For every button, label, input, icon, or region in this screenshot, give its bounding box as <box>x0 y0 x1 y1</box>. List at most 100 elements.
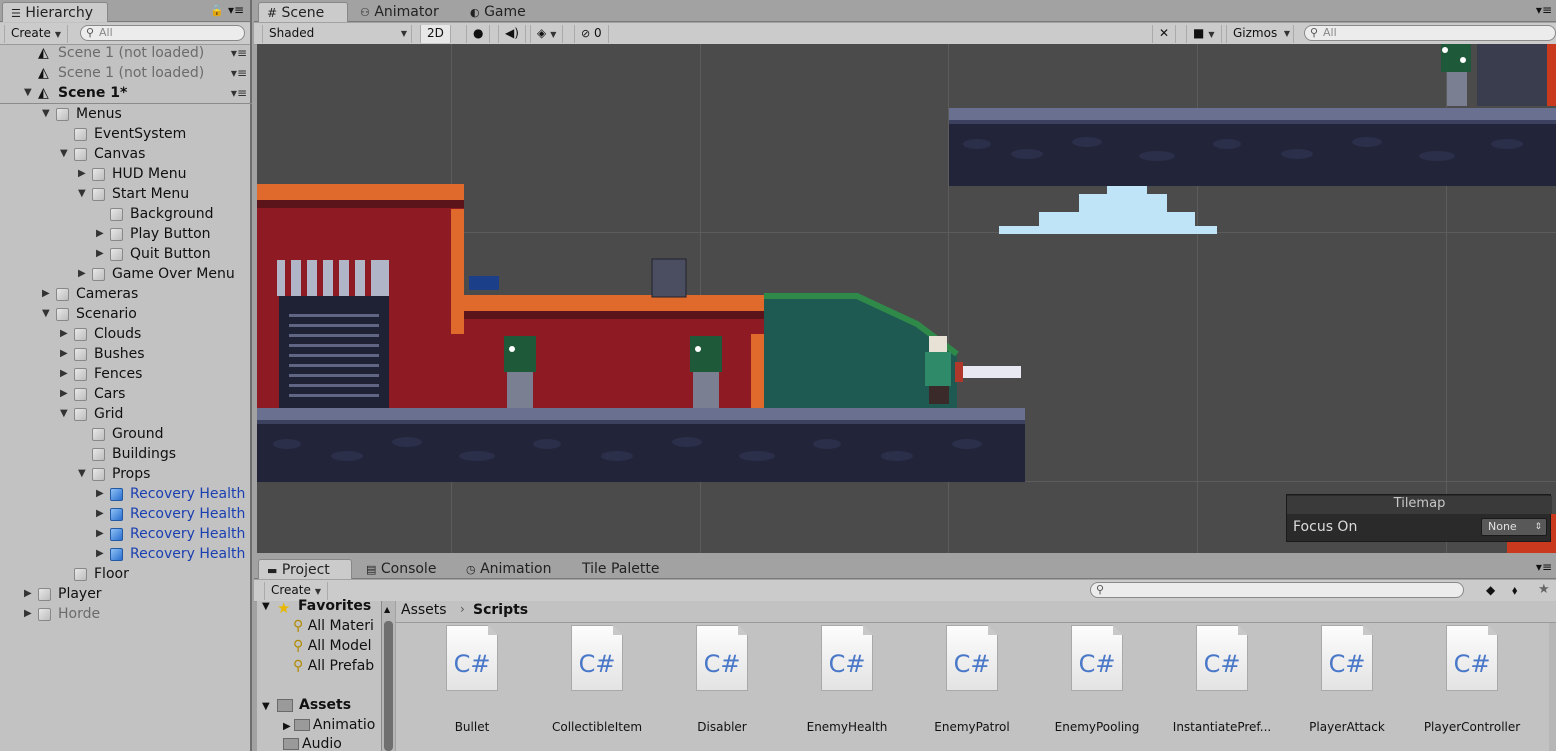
asset-folder-item[interactable]: Audio <box>283 736 342 751</box>
hierarchy-row[interactable]: ▼ Canvas <box>0 144 252 164</box>
script-asset[interactable]: C# EnemyHealth <box>779 625 899 735</box>
hierarchy-row[interactable]: ▼ Props <box>0 464 252 484</box>
collapse-triangle-icon[interactable]: ▼ <box>24 83 32 103</box>
asset-folder-item[interactable]: ▶ Animatio <box>283 717 375 733</box>
lighting-toggle[interactable]: ● <box>466 25 491 43</box>
hierarchy-row[interactable]: ▶ Recovery Health <box>0 544 252 564</box>
script-asset[interactable]: C# Disabler <box>654 625 774 735</box>
hierarchy-row[interactable]: ▶ Play Button <box>0 224 252 244</box>
hierarchy-row[interactable]: ▶ Player <box>0 584 252 604</box>
hierarchy-row[interactable]: EventSystem <box>0 124 252 144</box>
scene-menu-icon[interactable]: ▾≡ <box>231 63 247 83</box>
hierarchy-row[interactable]: ▶ Game Over Menu <box>0 264 252 284</box>
expand-triangle-icon[interactable]: ▶ <box>42 284 50 304</box>
tab-console[interactable]: ▤ Console <box>358 559 446 579</box>
scrollbar-thumb[interactable] <box>384 621 393 751</box>
expand-triangle-icon[interactable]: ▶ <box>78 264 86 284</box>
collapse-triangle-icon[interactable]: ▼ <box>78 184 86 204</box>
hierarchy-row[interactable]: ▶ Recovery Health <box>0 504 252 524</box>
label-tag-icon[interactable]: ⬧ <box>1512 583 1517 598</box>
expand-triangle-icon[interactable]: ▶ <box>78 164 86 184</box>
expand-triangle-icon[interactable]: ▶ <box>96 244 104 264</box>
script-asset[interactable]: C# CollectibleItem <box>529 625 649 735</box>
filter-type-icon[interactable]: ◆ <box>1486 583 1495 597</box>
shading-mode-dropdown[interactable]: Shaded ▼ <box>262 25 412 43</box>
collapse-triangle-icon[interactable]: ▼ <box>42 104 50 124</box>
favorites-label[interactable]: Favorites <box>298 598 371 614</box>
hierarchy-row[interactable]: ▶ Recovery Health <box>0 484 252 504</box>
panel-menu-icon[interactable]: ▾≡ <box>1536 560 1552 574</box>
expand-triangle-icon[interactable]: ▼ <box>262 701 270 712</box>
scene-menu-icon[interactable]: ▾≡ <box>231 83 247 103</box>
hierarchy-row[interactable]: ◭ Scene 1 (not loaded) ▾≡ <box>0 63 252 83</box>
folder-scrollbar[interactable]: ▲ <box>381 601 395 751</box>
expand-triangle-icon[interactable]: ▶ <box>24 604 32 624</box>
hierarchy-row[interactable]: Background <box>0 204 252 224</box>
camera-dropdown[interactable]: ■ ▼ <box>1186 25 1222 43</box>
hierarchy-row[interactable]: ▶ Bushes <box>0 344 252 364</box>
hierarchy-row[interactable]: ▶ Clouds <box>0 324 252 344</box>
audio-toggle[interactable]: ◀) <box>498 25 526 43</box>
script-asset[interactable]: C# InstantiatePref... <box>1154 625 1274 735</box>
expand-triangle-icon[interactable]: ▶ <box>96 504 104 524</box>
expand-triangle-icon[interactable]: ▶ <box>96 224 104 244</box>
panel-menu-icon[interactable]: ▾≡ <box>1536 3 1552 17</box>
scroll-up-icon[interactable]: ▲ <box>384 605 390 614</box>
hierarchy-row[interactable]: ▼ ◭ Scene 1* ▾≡ <box>0 83 252 103</box>
collapse-triangle-icon[interactable]: ▼ <box>60 404 68 424</box>
hierarchy-row[interactable]: Floor <box>0 564 252 584</box>
hierarchy-row[interactable]: ▶ Cameras <box>0 284 252 304</box>
script-asset[interactable]: C# EnemyPatrol <box>904 625 1024 735</box>
expand-triangle-icon[interactable]: ▶ <box>96 484 104 504</box>
script-asset[interactable]: C# Bullet <box>404 625 524 735</box>
hidden-objects-toggle[interactable]: ⊘ 0 <box>574 25 609 43</box>
project-search-input[interactable]: ⚲ <box>1090 582 1464 598</box>
scene-search-input[interactable]: ⚲ All <box>1304 25 1556 41</box>
hierarchy-row[interactable]: ▼ Scenario <box>0 304 252 324</box>
favorite-item[interactable]: ⚲ All Materi <box>293 618 374 634</box>
panel-menu-icon[interactable]: ▾≡ <box>228 3 244 17</box>
script-asset[interactable]: C# PlayerAttack <box>1279 625 1399 735</box>
tab-animator[interactable]: ⚇ Animator <box>352 2 449 22</box>
tab-animation[interactable]: ◷ Animation <box>458 559 561 579</box>
expand-triangle-icon[interactable]: ▶ <box>60 344 68 364</box>
tab-project[interactable]: ▬ Project <box>258 559 352 579</box>
collapse-triangle-icon[interactable]: ▼ <box>42 304 50 324</box>
breadcrumb-scripts[interactable]: Scripts <box>473 602 528 618</box>
2d-toggle[interactable]: 2D <box>420 25 451 43</box>
script-asset[interactable]: C# EnemyPooling <box>1029 625 1149 735</box>
lock-icon[interactable]: 🔒 <box>210 4 224 17</box>
hierarchy-row[interactable]: ▼ Grid <box>0 404 252 424</box>
hierarchy-row[interactable]: ▶ Horde <box>0 604 252 624</box>
hierarchy-row[interactable]: ▶ Recovery Health <box>0 524 252 544</box>
hierarchy-row[interactable]: ▶ Quit Button <box>0 244 252 264</box>
scene-viewport[interactable]: Tilemap Focus On None ⇕ <box>257 44 1556 553</box>
expand-triangle-icon[interactable]: ▶ <box>24 584 32 604</box>
gizmos-dropdown[interactable]: Gizmos ▼ <box>1226 25 1294 43</box>
hierarchy-search-input[interactable]: ⚲ All <box>80 25 245 41</box>
assets-label[interactable]: Assets <box>299 697 351 713</box>
tools-toggle[interactable]: ✕ <box>1152 25 1177 43</box>
scene-menu-icon[interactable]: ▾≡ <box>231 43 247 63</box>
expand-triangle-icon[interactable]: ▶ <box>60 384 68 404</box>
expand-triangle-icon[interactable]: ▼ <box>262 601 270 612</box>
create-button[interactable]: Create ▼ <box>4 25 69 43</box>
hierarchy-row[interactable]: ▶ HUD Menu <box>0 164 252 184</box>
hierarchy-row[interactable]: ▶ Fences <box>0 364 252 384</box>
tab-scene[interactable]: # Scene <box>258 2 348 22</box>
files-scrollbar[interactable] <box>1549 623 1556 751</box>
expand-triangle-icon[interactable]: ▶ <box>60 364 68 384</box>
hierarchy-row[interactable]: ◭ Scene 1 (not loaded) ▾≡ <box>0 43 252 63</box>
expand-triangle-icon[interactable]: ▶ <box>96 524 104 544</box>
effects-dropdown[interactable]: ◈ ▼ <box>530 25 564 43</box>
hierarchy-row[interactable]: Ground <box>0 424 252 444</box>
collapse-triangle-icon[interactable]: ▼ <box>60 144 68 164</box>
collapse-triangle-icon[interactable]: ▼ <box>78 464 86 484</box>
tab-hierarchy[interactable]: ☰ Hierarchy <box>2 2 108 22</box>
script-asset[interactable]: C# PlayerController <box>1404 625 1524 735</box>
expand-triangle-icon[interactable]: ▶ <box>60 324 68 344</box>
expand-triangle-icon[interactable]: ▶ <box>96 544 104 564</box>
hierarchy-row[interactable]: ▼ Menus <box>0 104 252 124</box>
hierarchy-row[interactable]: ▼ Start Menu <box>0 184 252 204</box>
hierarchy-row[interactable]: ▶ Cars <box>0 384 252 404</box>
